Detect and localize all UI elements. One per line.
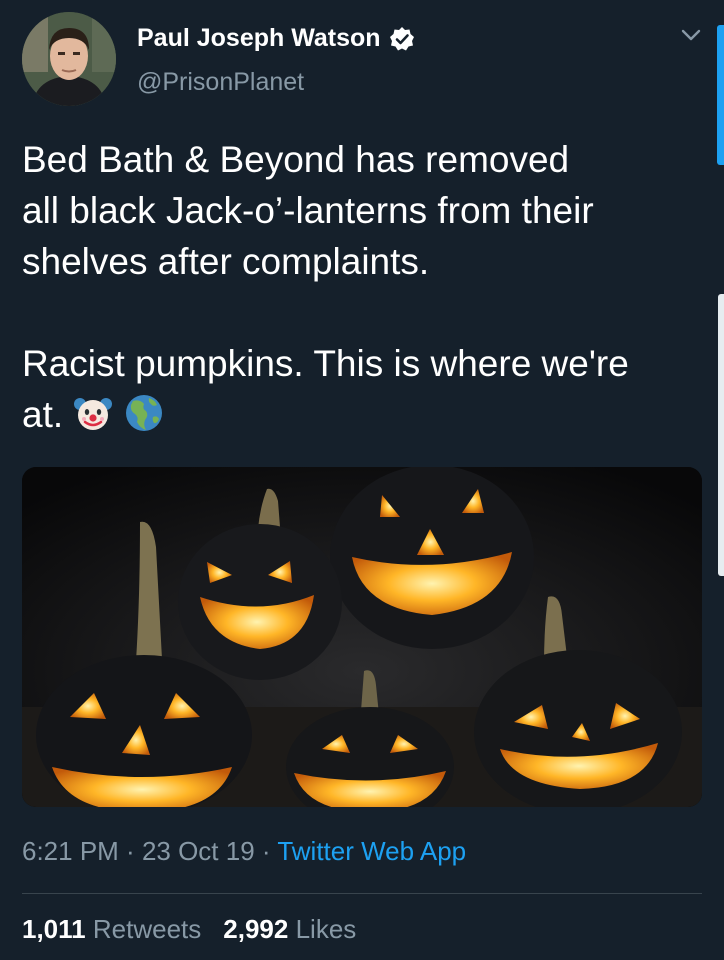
author-name-row[interactable]: Paul Joseph Watson [137, 24, 415, 53]
verified-badge-icon [389, 26, 414, 50]
scroll-indicator [717, 25, 724, 165]
tweet-source-link[interactable]: Twitter Web App [277, 836, 466, 866]
likes-count: 2,992 [223, 914, 289, 944]
clown-face-icon [74, 398, 113, 430]
scroll-handle[interactable] [718, 294, 724, 576]
tweet-text-line: Racist pumpkins. This is where we're [22, 343, 629, 384]
author-handle[interactable]: @PrisonPlanet [137, 68, 304, 97]
tweet-date[interactable]: 23 Oct 19 [142, 836, 255, 866]
tweet-text-line: at. [22, 394, 64, 435]
divider [22, 893, 702, 894]
tweet-text-last-line: at. [22, 389, 702, 440]
likes-stat[interactable]: 2,992 Likes [223, 914, 356, 944]
author-display-name[interactable]: Paul Joseph Watson [137, 24, 381, 53]
tweet-text-line: all black Jack-o’-lanterns from their [22, 190, 594, 231]
chevron-down-icon[interactable] [680, 28, 702, 42]
retweets-count: 1,011 [22, 914, 86, 944]
tweet-media-image[interactable] [22, 467, 702, 807]
tweet-time[interactable]: 6:21 PM [22, 836, 119, 866]
tweet-stats: 1,011 Retweets 2,992 Likes [22, 914, 356, 945]
tweet-text-line: shelves after complaints. [22, 241, 430, 282]
meta-separator: · [118, 836, 142, 866]
tweet-meta: 6:21 PM · 23 Oct 19 · Twitter Web App [22, 836, 466, 867]
pumpkin [330, 467, 534, 649]
tweet-text: Bed Bath & Beyond has removed all black … [22, 134, 702, 440]
globe-americas-icon [125, 395, 162, 431]
likes-label: Likes [295, 914, 357, 944]
retweets-stat[interactable]: 1,011 Retweets [22, 914, 201, 944]
tweet-text-line: Bed Bath & Beyond has removed [22, 139, 570, 180]
author-avatar[interactable] [22, 12, 116, 106]
retweets-label: Retweets [92, 914, 202, 944]
meta-separator: · [254, 836, 278, 866]
